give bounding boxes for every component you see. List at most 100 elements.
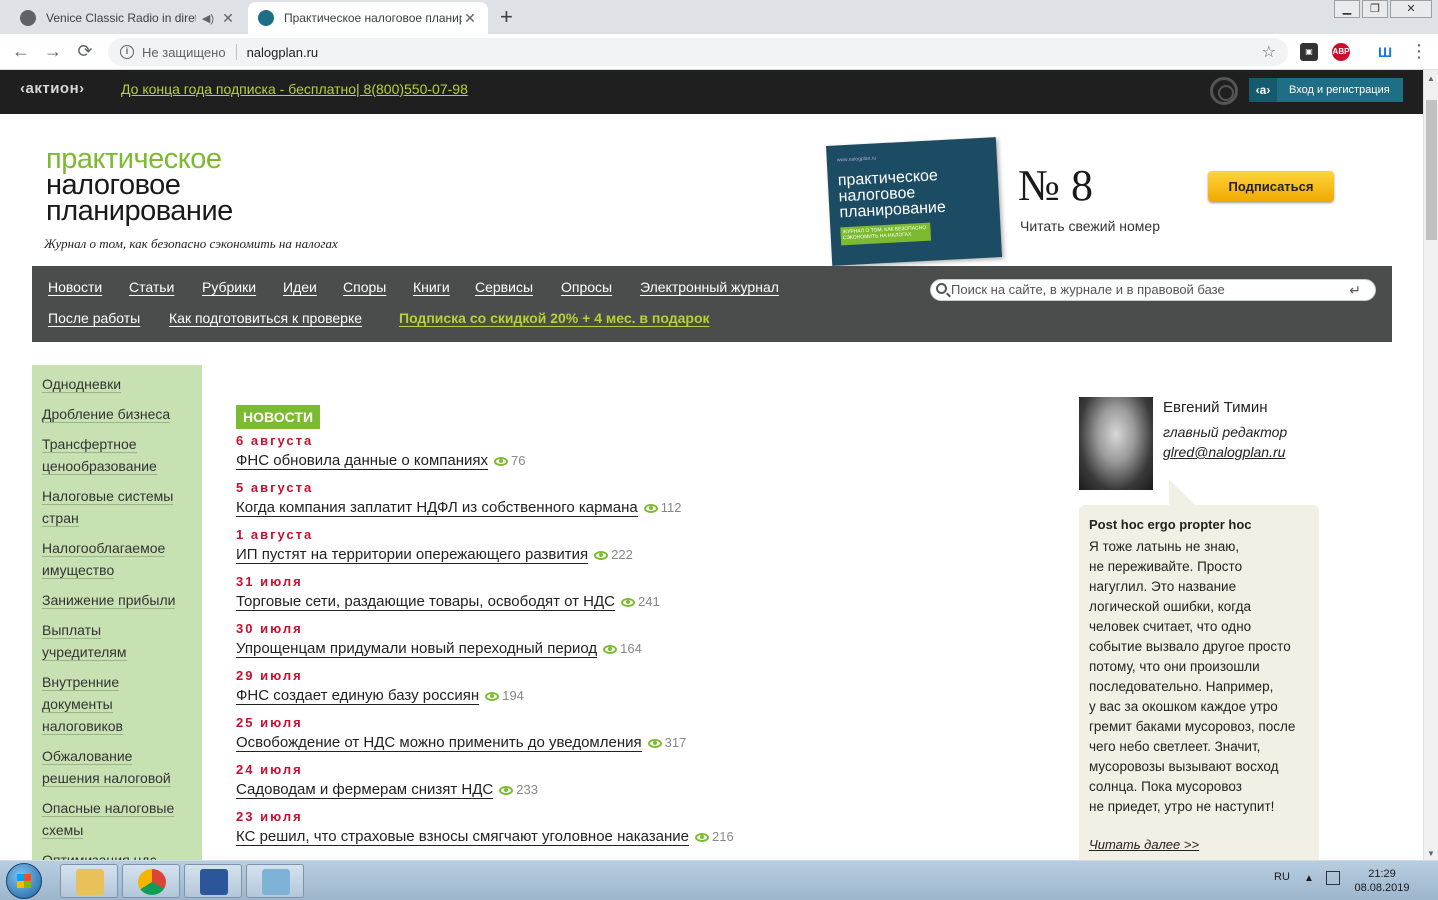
window-controls: ▁ ❐ ✕ — [1332, 0, 1432, 18]
support-icon[interactable] — [1210, 77, 1238, 105]
taskbar-notepad[interactable] — [246, 864, 304, 898]
windows-taskbar: RU ▲ 21:29 08.08.2019 — [0, 860, 1438, 900]
scroll-down-icon[interactable]: ▼ — [1427, 849, 1435, 858]
translate-icon[interactable]: Ш — [1376, 43, 1394, 61]
sidebar-item[interactable]: Внутренние документы налоговиков — [42, 671, 192, 737]
search-icon[interactable] — [936, 283, 947, 294]
adblock-icon[interactable]: ABP — [1332, 43, 1350, 61]
sidebar-item[interactable]: Налогооблагаемое имущество — [42, 537, 192, 581]
close-window-button[interactable]: ✕ — [1390, 0, 1432, 18]
sidebar-item[interactable]: Обжалование решения налоговой — [42, 745, 192, 789]
sidebar-item[interactable]: Опасные налоговые схемы — [42, 797, 192, 841]
news-title[interactable]: Садоводам и фермерам снизят НДС — [236, 781, 494, 799]
taskbar-chrome[interactable] — [122, 864, 180, 898]
editor-email-link[interactable]: glred@nalogplan.ru — [1163, 444, 1285, 460]
search-input[interactable]: Поиск на сайте, в журнале и в правовой б… — [930, 279, 1376, 301]
nav-news[interactable]: Новости — [48, 279, 102, 295]
site-top-bar: ‹актион› До конца года подписка - беспла… — [0, 70, 1423, 114]
tab-nalogplan[interactable]: Практическое налоговое планир ✕ — [248, 2, 488, 34]
forward-icon[interactable]: → — [42, 41, 64, 62]
read-more-link[interactable]: Читать далее >> — [1089, 837, 1199, 852]
aktion-logo[interactable]: ‹актион› — [20, 80, 85, 97]
minimize-button[interactable]: ▁ — [1334, 0, 1360, 18]
close-tab-icon[interactable]: ✕ — [220, 10, 236, 27]
nav-books[interactable]: Книги — [413, 279, 450, 295]
news-title[interactable]: ФНС обновила данные о компаниях — [236, 452, 489, 470]
nav-polls[interactable]: Опросы — [561, 279, 612, 295]
nav-disputes[interactable]: Споры — [343, 279, 386, 295]
address-bar[interactable]: i Не защищено nalogplan.ru ☆ — [108, 38, 1288, 66]
tray-arrow-icon[interactable]: ▲ — [1304, 873, 1314, 884]
news-title[interactable]: ИП пустят на территории опережающего раз… — [236, 546, 589, 564]
menu-icon[interactable]: ⋮ — [1408, 41, 1430, 62]
news-item[interactable]: Садоводам и фермерам снизят НДС 233 — [236, 781, 538, 799]
issue-number: № 8 — [1018, 161, 1093, 210]
nav-articles[interactable]: Статьи — [129, 279, 174, 295]
news-title[interactable]: Когда компания заплатит НДФЛ из собствен… — [236, 499, 638, 517]
nav-ejournal[interactable]: Электронный журнал — [640, 279, 779, 295]
news-title[interactable]: Упрощенцам придумали новый переходный пе… — [236, 640, 598, 658]
system-clock[interactable]: 21:29 08.08.2019 — [1352, 867, 1412, 895]
eye-icon — [647, 738, 662, 748]
read-fresh-issue-link[interactable]: Читать свежий номер — [1020, 218, 1160, 234]
news-date: 23 июля — [236, 809, 303, 824]
speaker-icon[interactable]: ◀) — [202, 12, 214, 25]
news-item[interactable]: КС решил, что страховые взносы смягчают … — [236, 828, 734, 846]
restore-button[interactable]: ❐ — [1362, 0, 1388, 18]
scroll-up-icon[interactable]: ▲ — [1427, 74, 1435, 83]
nav-inspection-prep[interactable]: Как подготовиться к проверке — [169, 310, 362, 326]
start-button[interactable] — [6, 863, 42, 899]
news-item[interactable]: ИП пустят на территории опережающего раз… — [236, 546, 633, 564]
news-title[interactable]: Освобождение от НДС можно применить до у… — [236, 734, 642, 752]
taskbar-explorer[interactable] — [60, 864, 118, 898]
news-item[interactable]: ФНС обновила данные о компаниях 76 — [236, 452, 525, 470]
sidebar-item[interactable]: Налоговые системы стран — [42, 485, 192, 529]
news-item[interactable]: ФНС создает единую базу россиян 194 — [236, 687, 524, 705]
news-title[interactable]: ФНС создает единую базу россиян — [236, 687, 480, 705]
new-tab-button[interactable]: + — [500, 4, 513, 30]
nav-services[interactable]: Сервисы — [475, 279, 533, 295]
sidebar-item[interactable]: Однодневки — [42, 373, 192, 395]
enter-icon[interactable]: ↵ — [1349, 280, 1361, 300]
eye-icon — [485, 691, 500, 701]
nav-ideas[interactable]: Идеи — [283, 279, 317, 295]
bookmark-star-icon[interactable]: ☆ — [1262, 42, 1276, 62]
news-item[interactable]: Торговые сети, раздающие товары, освобод… — [236, 593, 660, 611]
magazine-cover[interactable]: www.nalogplan.ru практическое налоговое … — [826, 137, 1003, 266]
promo-link[interactable]: До конца года подписка - бесплатно| 8(80… — [121, 81, 468, 97]
sidebar-item[interactable]: Занижение прибыли — [42, 589, 192, 611]
view-count: 112 — [660, 500, 682, 515]
editor-photo — [1079, 397, 1153, 490]
reload-icon[interactable]: ⟳ — [74, 41, 96, 62]
url-text[interactable]: nalogplan.ru — [247, 45, 319, 60]
extension-icon[interactable]: ▣ — [1300, 43, 1318, 61]
news-title[interactable]: КС решил, что страховые взносы смягчают … — [236, 828, 689, 846]
taskbar-word[interactable] — [184, 864, 242, 898]
tab-venice-radio[interactable]: Venice Classic Radio in diretta ◀) ✕ — [10, 2, 246, 34]
editor-role: главный редактор — [1163, 424, 1288, 440]
nav-subscription-offer[interactable]: Подписка со скидкой 20% + 4 мес. в подар… — [399, 310, 710, 326]
news-item[interactable]: Когда компания заплатит НДФЛ из собствен… — [236, 499, 682, 517]
scroll-thumb[interactable] — [1426, 100, 1437, 240]
news-item[interactable]: Освобождение от НДС можно применить до у… — [236, 734, 687, 752]
news-item[interactable]: Упрощенцам придумали новый переходный пе… — [236, 640, 642, 658]
sidebar-item[interactable]: Дробление бизнеса — [42, 403, 192, 425]
view-count: 194 — [502, 688, 524, 703]
nav-after-work[interactable]: После работы — [48, 310, 140, 326]
view-count: 317 — [664, 735, 687, 750]
site-logo[interactable]: практическое налоговое планирование — [46, 145, 233, 226]
news-title[interactable]: Торговые сети, раздающие товары, освобод… — [236, 593, 616, 611]
page-scrollbar[interactable]: ▲ ▼ — [1423, 70, 1438, 860]
news-section-badge[interactable]: НОВОСТИ — [236, 405, 320, 429]
sidebar-item[interactable]: Трансфертное ценообразование — [42, 433, 192, 477]
info-icon[interactable]: i — [120, 45, 134, 59]
login-button[interactable]: ‹a› Вход и регистрация — [1249, 78, 1403, 102]
sidebar-item[interactable]: Выплаты учредителям — [42, 619, 192, 663]
close-tab-icon[interactable]: ✕ — [462, 10, 478, 27]
language-indicator[interactable]: RU — [1274, 871, 1290, 883]
subscribe-button[interactable]: Подписаться — [1208, 171, 1334, 202]
network-icon[interactable] — [1326, 871, 1340, 885]
nav-rubrics[interactable]: Рубрики — [202, 279, 256, 295]
sidebar-item[interactable]: Оптимизация ндс — [42, 849, 192, 860]
back-icon[interactable]: ← — [10, 41, 32, 62]
